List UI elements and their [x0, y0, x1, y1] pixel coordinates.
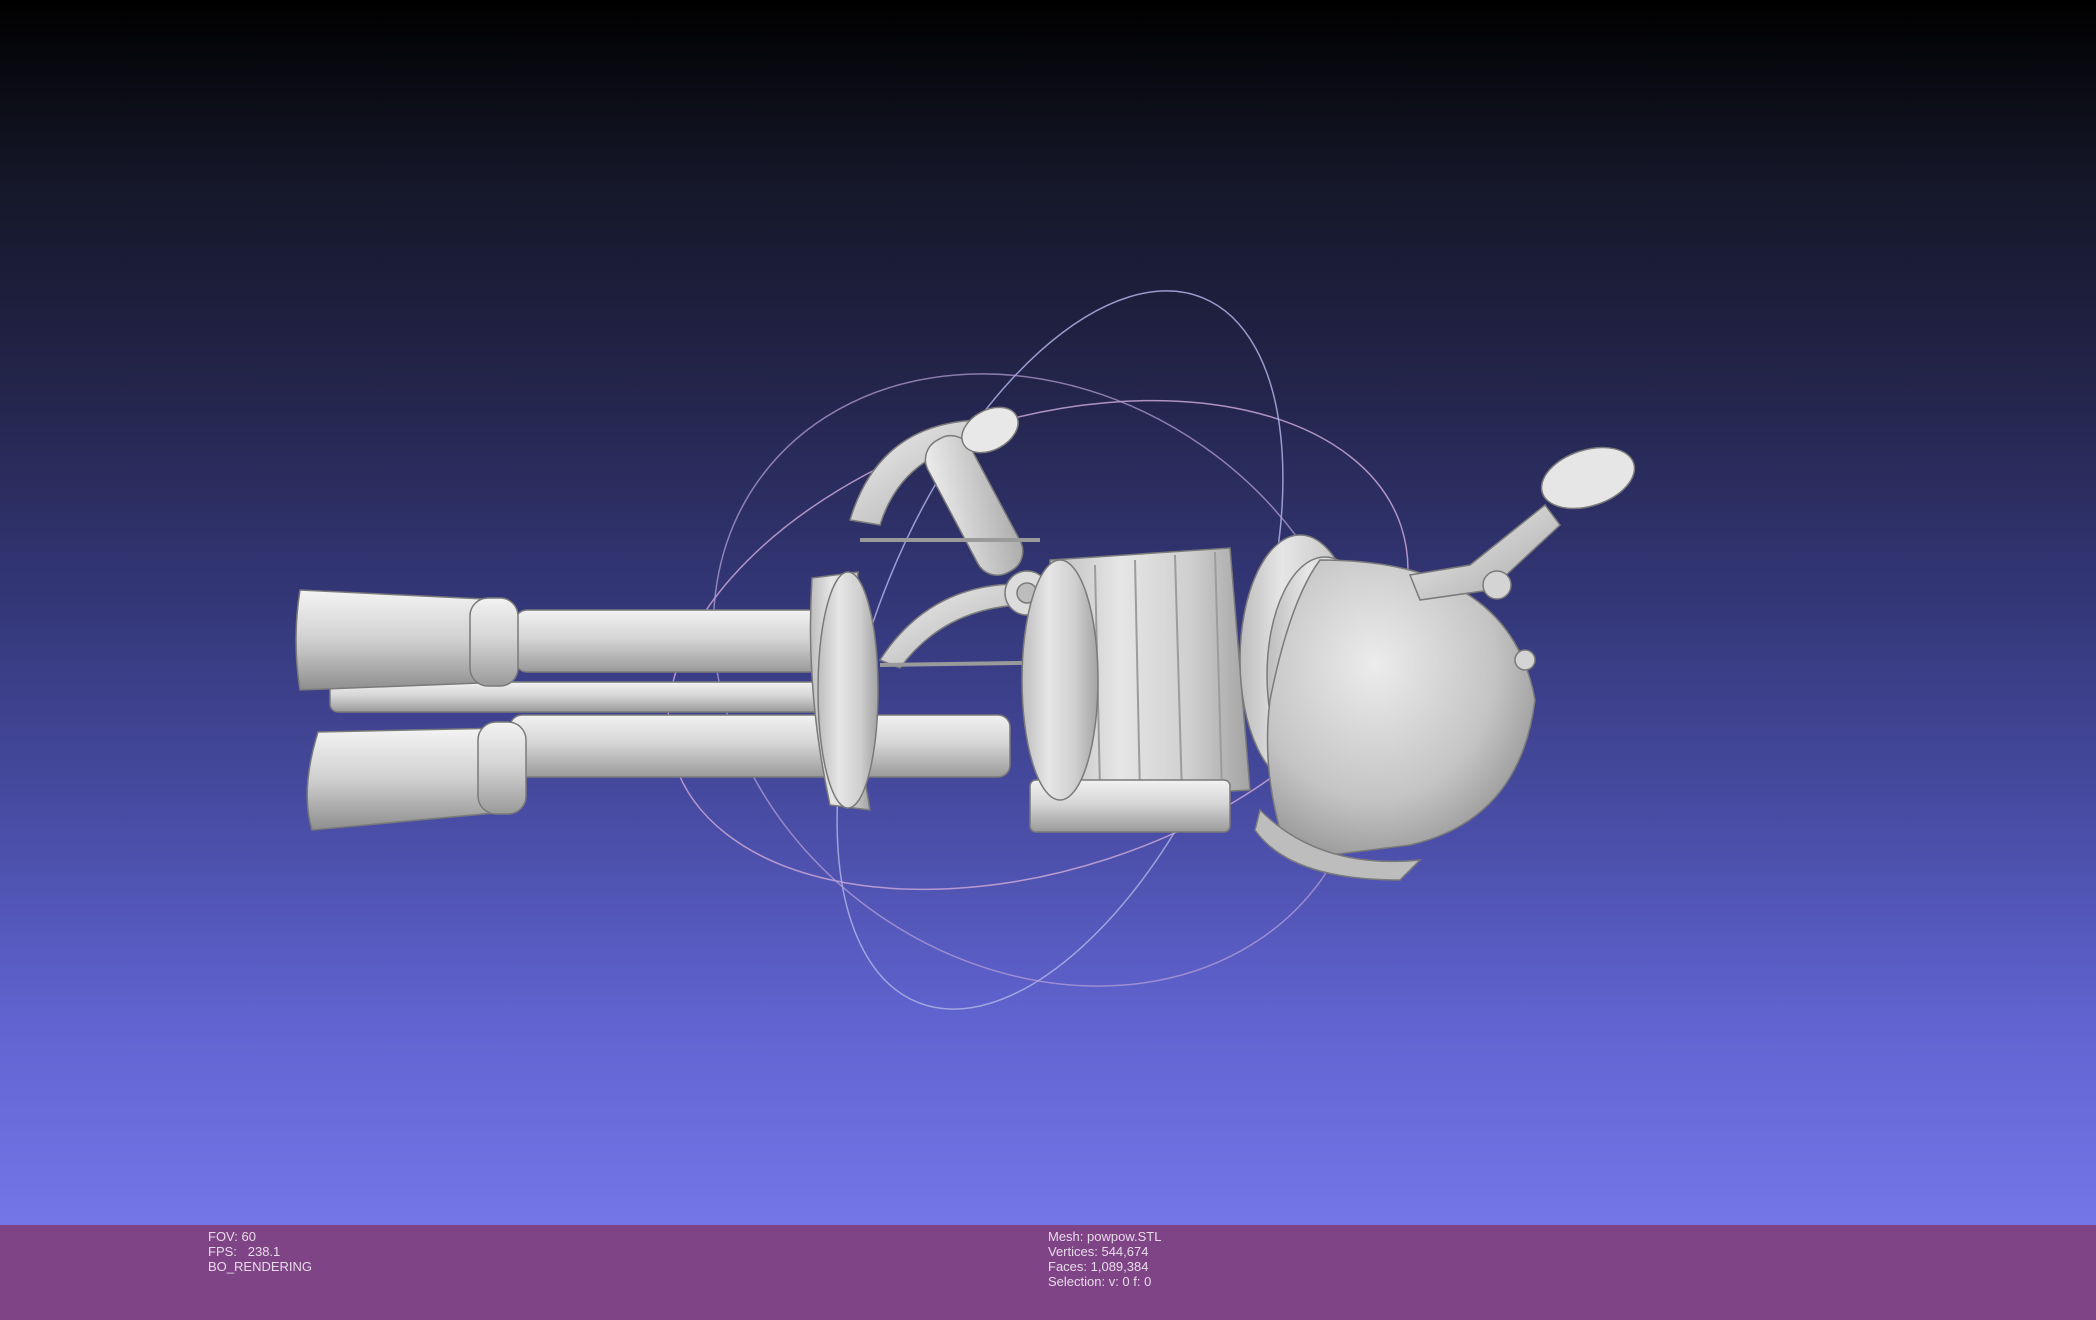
mesh-name-readout: Mesh: powpow.STL — [1048, 1229, 1162, 1244]
fps-readout: FPS: 238.1 — [208, 1244, 281, 1259]
faces-readout: Faces: 1,089,384 — [1048, 1259, 1149, 1274]
selection-readout: Selection: v: 0 f: 0 — [1048, 1274, 1152, 1289]
mesh-model — [295, 406, 1636, 881]
render-mode-readout: BO_RENDERING — [208, 1259, 313, 1274]
mesh-rear-dome — [1266, 559, 1536, 861]
mesh-info: Mesh: powpow.STL Vertices: 544,674 Faces… — [1048, 1229, 1161, 1289]
status-bar: FOV: 60 FPS: 238.1 BO_RENDERING Mesh: po… — [0, 1225, 2096, 1320]
mesh-barrel-lower — [509, 714, 1011, 778]
render-info: FOV: 60 FPS: 238.1 BO_RENDERING — [208, 1229, 312, 1274]
mesh-barrel-upper — [514, 609, 846, 673]
meshlab-window: FOV: 60 FPS: 238.1 BO_RENDERING Mesh: po… — [0, 0, 2096, 1320]
vertices-readout: Vertices: 544,674 — [1048, 1244, 1149, 1259]
mesh-crank-knob — [1540, 446, 1636, 510]
fov-readout: FOV: 60 — [208, 1229, 256, 1244]
3d-viewport[interactable] — [0, 0, 2096, 1225]
3d-scene[interactable] — [0, 0, 2096, 1225]
